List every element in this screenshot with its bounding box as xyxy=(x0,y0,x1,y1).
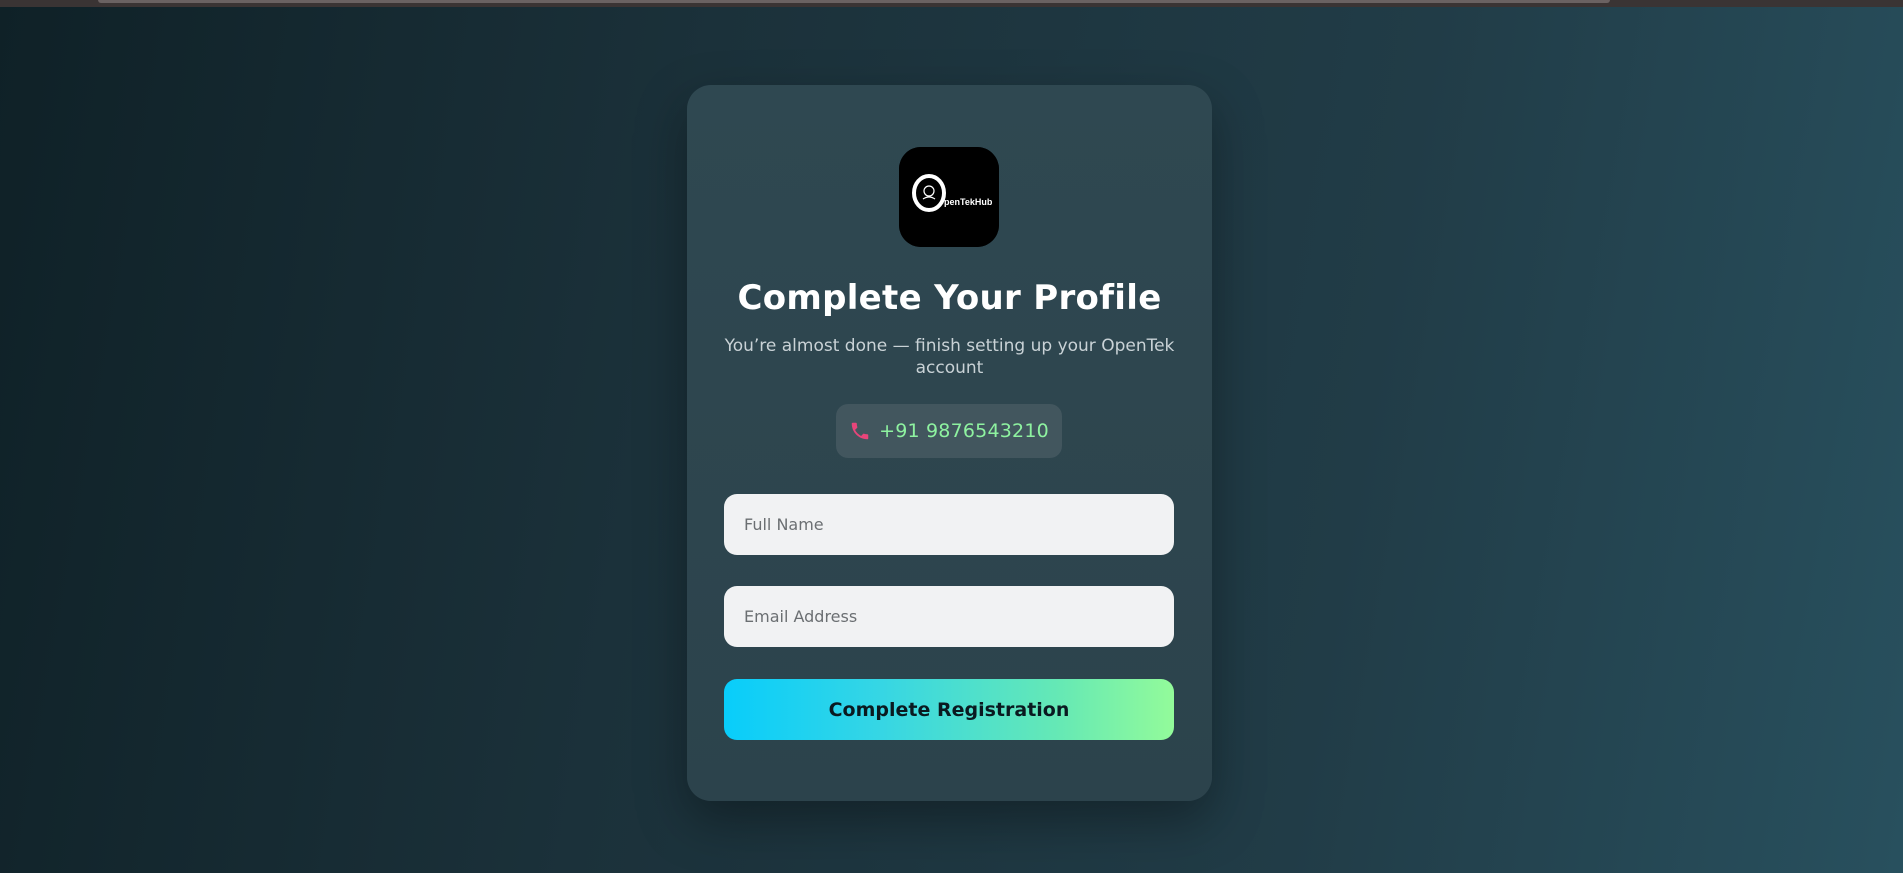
opentekhub-logo: penTekHub xyxy=(899,147,999,247)
page-title: Complete Your Profile xyxy=(737,278,1162,318)
full-name-input[interactable] xyxy=(724,494,1174,555)
complete-registration-button[interactable]: Complete Registration xyxy=(724,679,1174,740)
page-subtitle: You’re almost done — finish setting up y… xyxy=(724,336,1175,378)
phone-badge: +91 9876543210 xyxy=(836,404,1062,458)
browser-tab-edge xyxy=(98,0,1610,3)
browser-top-strip xyxy=(0,0,1903,7)
email-input[interactable] xyxy=(724,586,1174,647)
logo-mark-icon: penTekHub xyxy=(899,147,999,247)
profile-card: penTekHub Complete Your Profile You’re a… xyxy=(687,85,1212,801)
phone-icon xyxy=(851,422,869,440)
svg-text:penTekHub: penTekHub xyxy=(944,197,993,207)
phone-number: +91 9876543210 xyxy=(879,420,1049,442)
